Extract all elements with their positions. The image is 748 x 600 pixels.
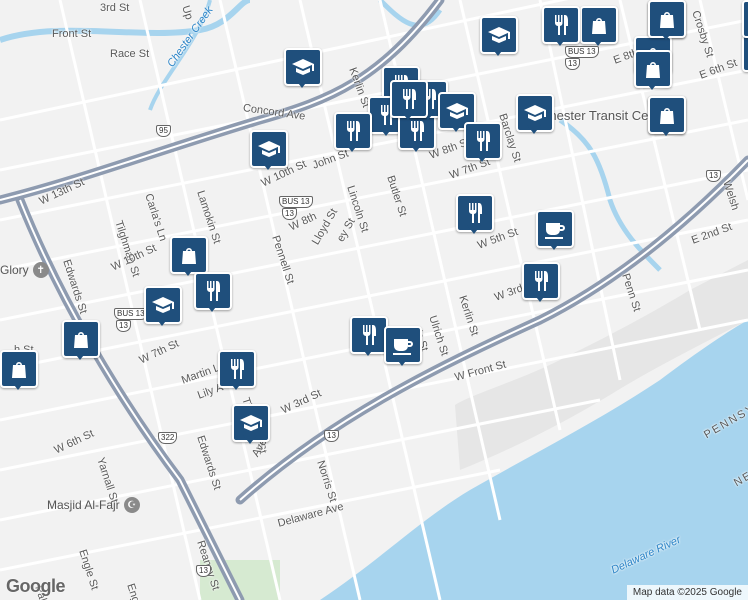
map-marker-restaurant[interactable] [218, 350, 256, 394]
map-marker-school[interactable] [480, 16, 518, 60]
shopping-icon [12, 362, 26, 378]
map-marker-cafe[interactable] [536, 210, 574, 254]
poi-church[interactable]: Glory ✝ [0, 262, 49, 278]
map-marker-cafe[interactable] [384, 326, 422, 370]
shopping-icon [646, 62, 660, 78]
church-icon: ✝ [32, 262, 49, 278]
restaurant-icon [535, 271, 548, 291]
restaurant-icon [477, 131, 490, 151]
route-shield: 13 [324, 430, 339, 442]
restaurant-icon [231, 359, 244, 379]
route-shield: 322 [158, 432, 178, 444]
google-logo: Google [6, 576, 66, 596]
map-marker-shopping[interactable] [0, 350, 38, 394]
restaurant-icon [363, 325, 376, 345]
route-shield: BUS 13 [279, 196, 313, 208]
map-marker-shopping[interactable] [62, 320, 100, 364]
poi-label: Glory [0, 263, 29, 277]
school-icon [524, 105, 546, 121]
map-marker-shopping[interactable] [648, 96, 686, 140]
map-marker-restaurant[interactable] [464, 122, 502, 166]
route-shield: 13 [116, 320, 131, 332]
map-marker-school[interactable] [284, 48, 322, 92]
map-canvas[interactable]: 3rd St Front St Race St Concord Ave Kerl… [0, 0, 748, 600]
poi-mosque[interactable]: Masjid Al-Fajr ☪ [47, 497, 140, 513]
route-shield: BUS 13 [114, 308, 148, 320]
street-label: 3rd St [100, 2, 130, 14]
route-shield: 13 [565, 58, 580, 70]
restaurant-icon [555, 15, 568, 35]
map-marker-restaurant[interactable] [390, 80, 428, 124]
map-marker-restaurant[interactable] [522, 262, 560, 306]
map-marker-restaurant[interactable] [456, 194, 494, 238]
school-icon [152, 297, 174, 313]
map-marker-restaurant[interactable] [334, 112, 372, 156]
restaurant-icon [347, 121, 360, 141]
restaurant-icon [403, 89, 416, 109]
shopping-icon [74, 332, 88, 348]
map-marker-restaurant[interactable] [350, 316, 388, 360]
map-marker-shopping[interactable] [648, 0, 686, 44]
route-shield: 13 [196, 565, 211, 577]
map-attribution[interactable]: Map data ©2025 Google [626, 585, 748, 600]
shopping-icon [182, 248, 196, 264]
route-shield: 13 [282, 208, 297, 220]
transit-center-label[interactable]: Chester Transit Ce [540, 108, 648, 123]
map-marker-shopping[interactable] [634, 50, 672, 94]
street-label: Front St [52, 28, 92, 40]
map-marker-cart[interactable] [742, 0, 748, 44]
map-marker-school[interactable] [516, 94, 554, 138]
mosque-icon: ☪ [123, 497, 140, 513]
street-label: Race St [110, 48, 150, 60]
restaurant-icon [207, 281, 220, 301]
school-icon [446, 103, 468, 119]
map-marker-shopping[interactable] [580, 6, 618, 50]
school-icon [258, 141, 280, 157]
shopping-icon [660, 108, 674, 124]
restaurant-icon [469, 203, 482, 223]
map-marker-school[interactable] [232, 404, 270, 448]
map-marker-school[interactable] [250, 130, 288, 174]
map-marker-restaurant[interactable] [542, 6, 580, 50]
school-icon [292, 59, 314, 75]
school-icon [488, 27, 510, 43]
poi-label: Masjid Al-Fajr [47, 498, 120, 512]
school-icon [240, 415, 262, 431]
map-marker-restaurant[interactable] [194, 272, 232, 316]
cafe-icon [393, 339, 413, 355]
cafe-icon [545, 223, 565, 239]
map-marker-school[interactable] [144, 286, 182, 330]
route-shield: 13 [706, 170, 721, 182]
shopping-icon [592, 18, 606, 34]
route-shield: 95 [156, 125, 171, 137]
shopping-icon [660, 12, 674, 28]
